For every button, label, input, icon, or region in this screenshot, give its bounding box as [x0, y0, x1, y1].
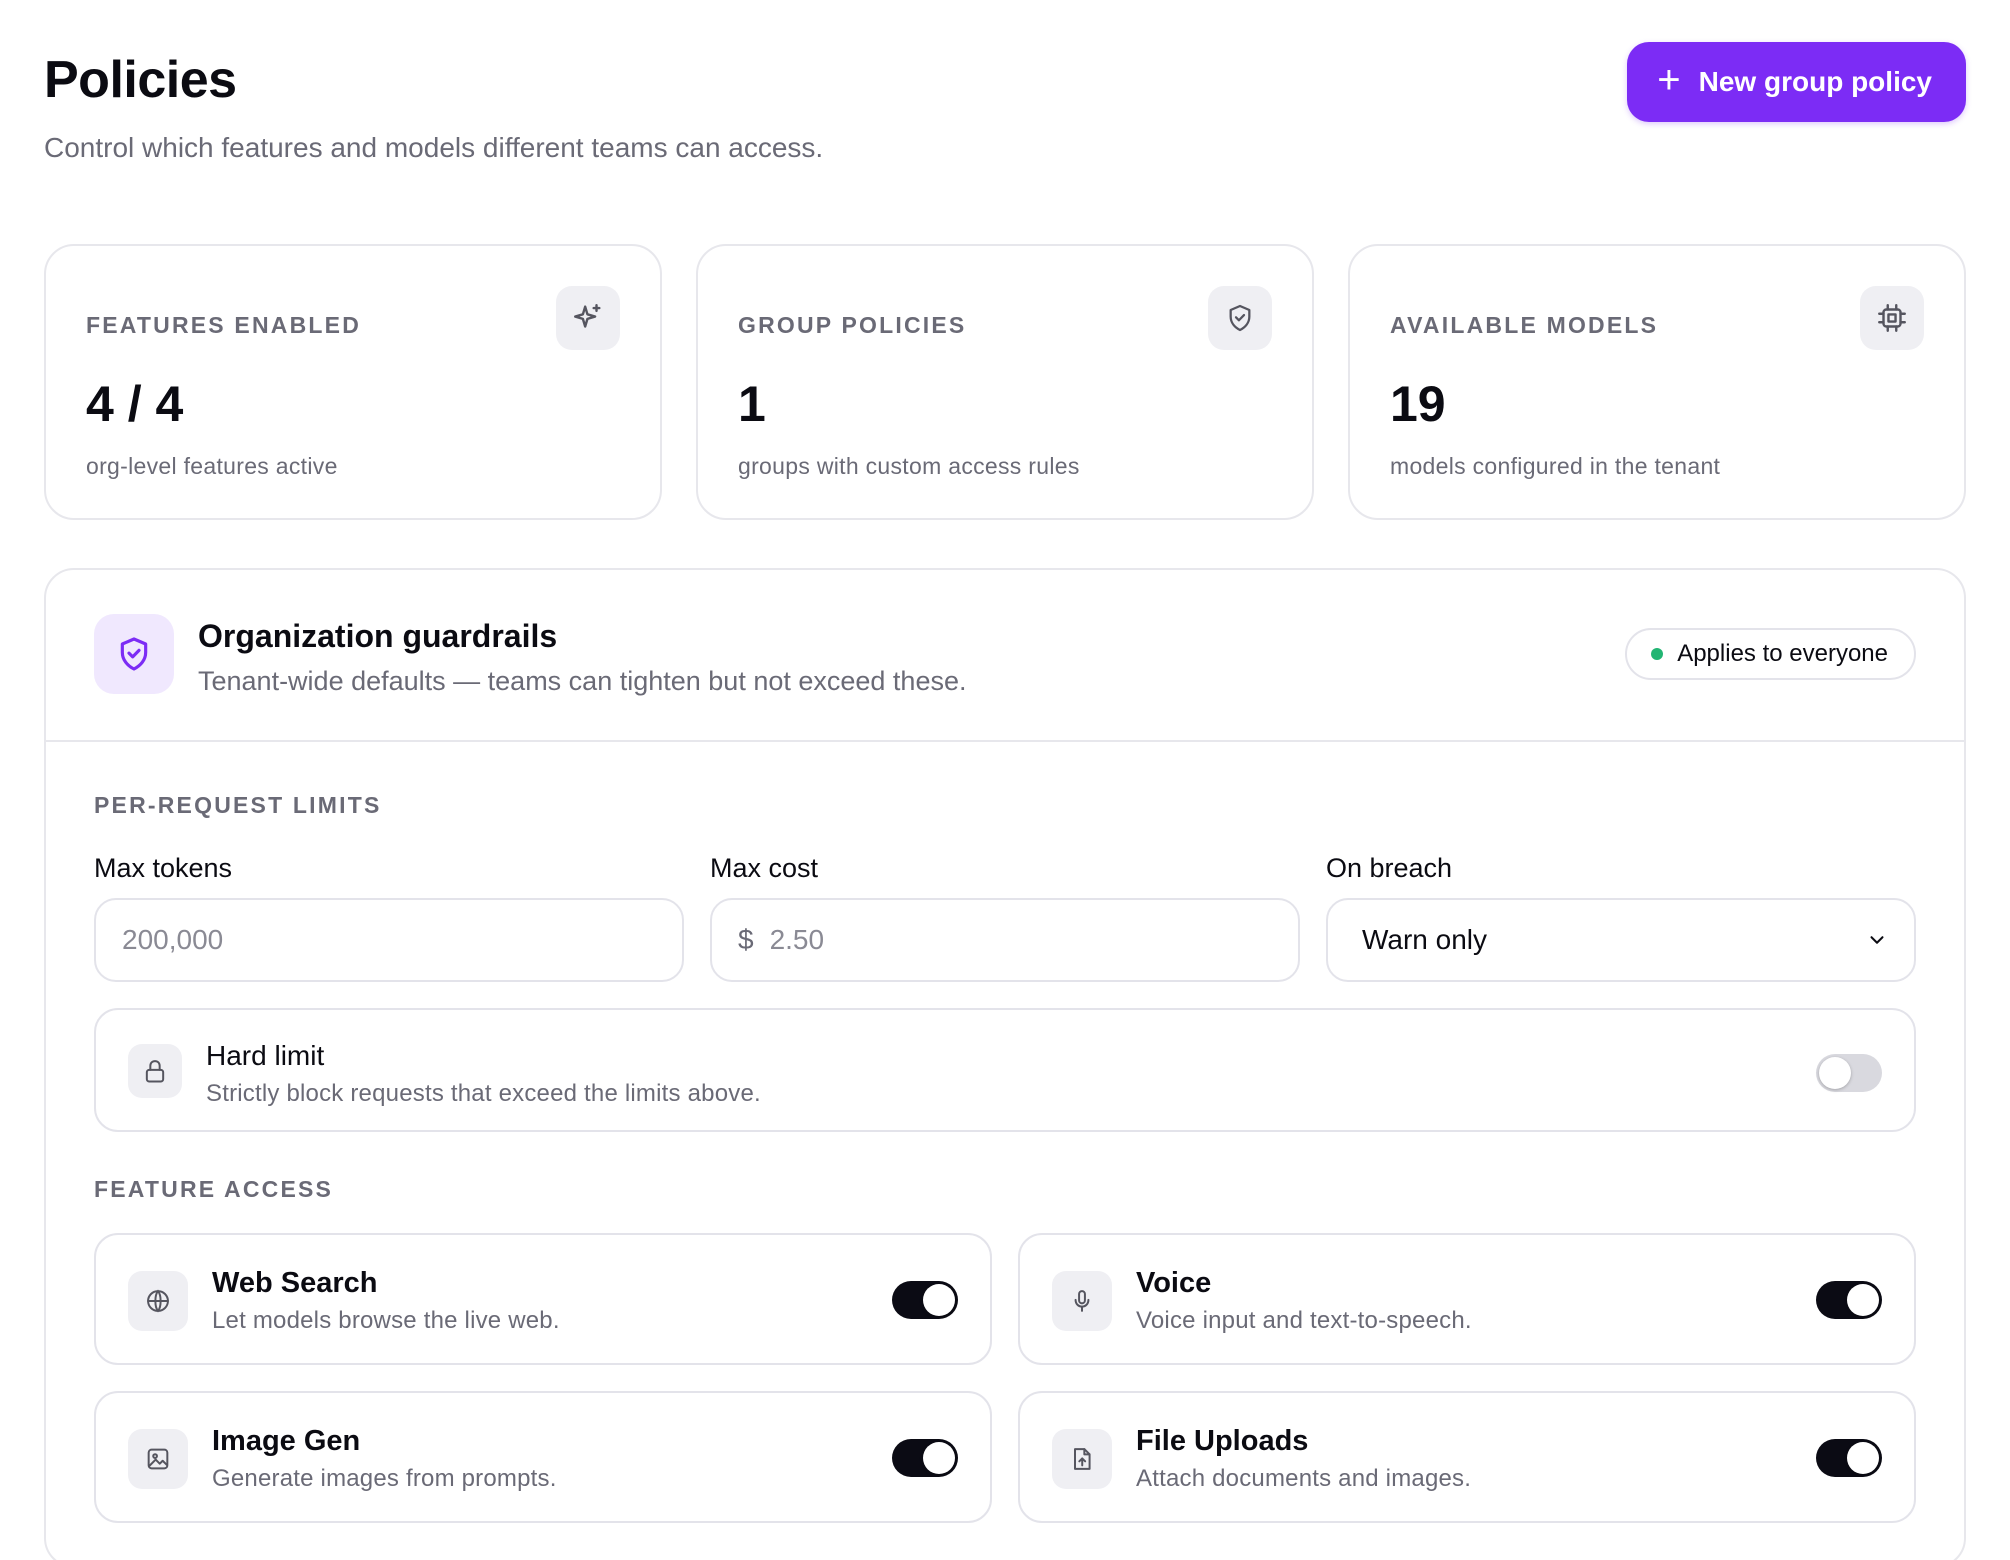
stat-caption: org-level features active — [86, 453, 338, 479]
stats-row: FEATURES ENABLED 4 / 4 org-level feature… — [44, 244, 1966, 520]
on-breach-field: On breach Warn only — [1326, 853, 1916, 982]
stat-card-group-policies: GROUP POLICIES 1 groups with custom acce… — [696, 244, 1314, 520]
stat-caption: models configured in the tenant — [1390, 453, 1721, 479]
chevron-down-icon — [1866, 929, 1888, 951]
feature-card-image-gen: Image Gen Generate images from prompts. — [94, 1391, 992, 1523]
stat-label: AVAILABLE MODELS — [1390, 312, 1659, 338]
feature-card-file-uploads: File Uploads Attach documents and images… — [1018, 1391, 1916, 1523]
toggle-knob — [1847, 1442, 1879, 1474]
feature-description: Let models browse the live web. — [212, 1307, 560, 1334]
stat-label: GROUP POLICIES — [738, 312, 967, 338]
toggle-knob — [1819, 1057, 1851, 1089]
hard-limit-description: Strictly block requests that exceed the … — [206, 1080, 761, 1107]
max-tokens-placeholder: 200,000 — [122, 924, 224, 955]
feature-card-web-search: Web Search Let models browse the live we… — [94, 1233, 992, 1365]
chip-icon — [1860, 286, 1924, 350]
feature-description: Voice input and text-to-speech. — [1136, 1307, 1472, 1334]
plus-icon: + — [1657, 58, 1681, 102]
hard-limit-row: Hard limit Strictly block requests that … — [94, 1008, 1916, 1132]
lock-icon — [128, 1044, 182, 1098]
microphone-icon — [1052, 1271, 1112, 1331]
stat-value: 19 — [1390, 376, 1446, 432]
guardrails-body: PER-REQUEST LIMITS Max tokens 200,000 Ma… — [46, 742, 1964, 1523]
max-cost-label: Max cost — [710, 853, 819, 883]
toggle-knob — [923, 1442, 955, 1474]
toggle-knob — [923, 1284, 955, 1316]
image-icon — [128, 1429, 188, 1489]
sparkles-icon — [556, 286, 620, 350]
shield-check-icon — [94, 614, 174, 694]
shield-check-icon — [1208, 286, 1272, 350]
feature-title: File Uploads — [1136, 1425, 1309, 1457]
web-search-toggle[interactable] — [892, 1281, 958, 1319]
feature-title: Image Gen — [212, 1425, 361, 1457]
file-upload-icon — [1052, 1429, 1112, 1489]
toggle-knob — [1847, 1284, 1879, 1316]
stat-card-available-models: AVAILABLE MODELS 19 models configured in… — [1348, 244, 1966, 520]
hard-limit-toggle[interactable] — [1816, 1054, 1882, 1092]
new-group-policy-button[interactable]: + New group policy — [1627, 42, 1966, 122]
guardrails-title: Organization guardrails — [198, 618, 558, 654]
new-group-policy-label: New group policy — [1698, 66, 1932, 97]
max-cost-input[interactable]: $ 2.50 — [710, 898, 1300, 982]
currency-symbol: $ — [738, 924, 754, 955]
per-request-limits-heading: PER-REQUEST LIMITS — [94, 792, 382, 818]
feature-title: Web Search — [212, 1267, 378, 1299]
feature-access-heading: FEATURE ACCESS — [94, 1176, 334, 1202]
status-dot — [1651, 648, 1664, 660]
applies-to-everyone-badge: Applies to everyone — [1625, 628, 1916, 680]
limits-row: Max tokens 200,000 Max cost $ 2.50 On br… — [94, 853, 1916, 982]
organization-guardrails-card: Organization guardrails Tenant-wide defa… — [44, 568, 1966, 1560]
guardrails-header: Organization guardrails Tenant-wide defa… — [46, 570, 1964, 742]
stat-card-features-enabled: FEATURES ENABLED 4 / 4 org-level feature… — [44, 244, 662, 520]
globe-icon — [128, 1271, 188, 1331]
guardrails-subtitle: Tenant-wide defaults — teams can tighten… — [198, 666, 967, 696]
on-breach-selected: Warn only — [1362, 924, 1488, 955]
feature-grid: Web Search Let models browse the live we… — [94, 1233, 1916, 1523]
max-cost-placeholder: 2.50 — [769, 924, 825, 955]
max-tokens-label: Max tokens — [94, 853, 233, 883]
stat-caption: groups with custom access rules — [738, 453, 1080, 479]
stat-value: 4 / 4 — [86, 376, 184, 432]
voice-toggle[interactable] — [1816, 1281, 1882, 1319]
feature-title: Voice — [1136, 1267, 1212, 1299]
on-breach-label: On breach — [1326, 853, 1453, 883]
hard-limit-title: Hard limit — [206, 1040, 325, 1071]
max-tokens-field: Max tokens 200,000 — [94, 853, 684, 982]
max-tokens-input[interactable]: 200,000 — [94, 898, 684, 982]
max-cost-field: Max cost $ 2.50 — [710, 853, 1300, 982]
badge-label: Applies to everyone — [1677, 640, 1888, 667]
feature-description: Generate images from prompts. — [212, 1465, 557, 1492]
image-gen-toggle[interactable] — [892, 1439, 958, 1477]
page-header: Policies Control which features and mode… — [44, 40, 1966, 200]
page-subtitle: Control which features and models differ… — [44, 132, 824, 163]
feature-card-voice: Voice Voice input and text-to-speech. — [1018, 1233, 1916, 1365]
feature-description: Attach documents and images. — [1136, 1465, 1472, 1492]
stat-label: FEATURES ENABLED — [86, 312, 362, 338]
stat-value: 1 — [738, 376, 766, 432]
file-uploads-toggle[interactable] — [1816, 1439, 1882, 1477]
policies-page: Policies Control which features and mode… — [0, 0, 2010, 1560]
on-breach-select[interactable]: Warn only — [1326, 898, 1916, 982]
